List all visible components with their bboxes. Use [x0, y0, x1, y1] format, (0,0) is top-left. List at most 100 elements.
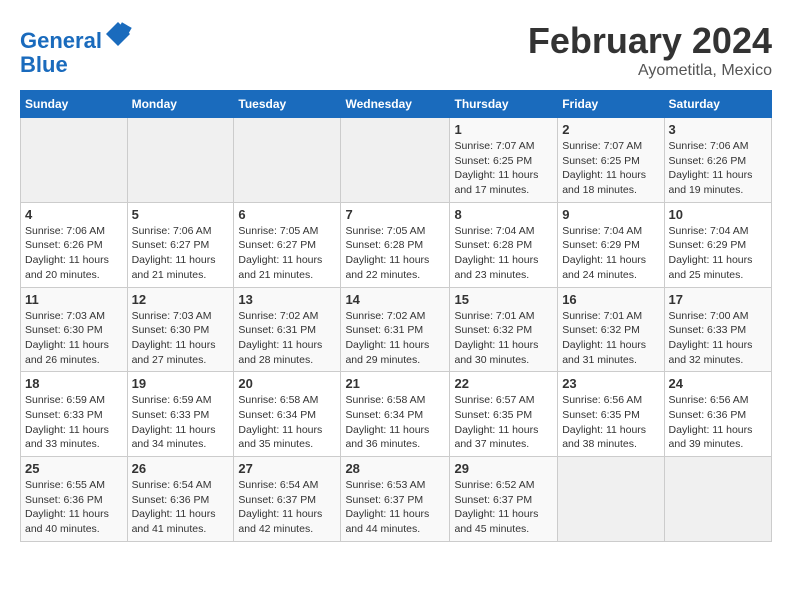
calendar-cell: 20 Sunrise: 6:58 AMSunset: 6:34 PMDayligh… — [234, 372, 341, 457]
day-number: 23 — [562, 376, 659, 391]
calendar-week-1: 1 Sunrise: 7:07 AMSunset: 6:25 PMDaylight… — [21, 118, 772, 203]
calendar-cell: 13 Sunrise: 7:02 AMSunset: 6:31 PMDayligh… — [234, 287, 341, 372]
day-info: Sunrise: 7:06 AMSunset: 6:27 PMDaylight:… — [132, 224, 230, 283]
day-number: 21 — [345, 376, 445, 391]
calendar-cell — [341, 118, 450, 203]
day-info: Sunrise: 6:59 AMSunset: 6:33 PMDaylight:… — [25, 393, 123, 452]
day-number: 27 — [238, 461, 336, 476]
day-number: 6 — [238, 207, 336, 222]
day-info: Sunrise: 7:07 AMSunset: 6:25 PMDaylight:… — [454, 139, 553, 198]
day-info: Sunrise: 6:59 AMSunset: 6:33 PMDaylight:… — [132, 393, 230, 452]
day-info: Sunrise: 7:07 AMSunset: 6:25 PMDaylight:… — [562, 139, 659, 198]
calendar-cell: 17Sunrise: 7:00 AMSunset: 6:33 PMDayligh… — [664, 287, 771, 372]
day-info: Sunrise: 6:52 AMSunset: 6:37 PMDaylight:… — [454, 478, 553, 537]
calendar-week-2: 4 Sunrise: 7:06 AMSunset: 6:26 PMDaylight… — [21, 202, 772, 287]
logo-blue: Blue — [20, 52, 68, 77]
day-info: Sunrise: 6:53 AMSunset: 6:37 PMDaylight:… — [345, 478, 445, 537]
day-info: Sunrise: 7:03 AMSunset: 6:30 PMDaylight:… — [132, 309, 230, 368]
day-number: 10 — [669, 207, 767, 222]
day-number: 26 — [132, 461, 230, 476]
calendar-cell: 28 Sunrise: 6:53 AMSunset: 6:37 PMDayligh… — [341, 457, 450, 542]
logo-text: General Blue — [20, 20, 132, 77]
day-info: Sunrise: 7:05 AMSunset: 6:28 PMDaylight:… — [345, 224, 445, 283]
calendar-cell: 15 Sunrise: 7:01 AMSunset: 6:32 PMDayligh… — [450, 287, 558, 372]
calendar-cell: 25 Sunrise: 6:55 AMSunset: 6:36 PMDayligh… — [21, 457, 128, 542]
calendar-week-4: 18Sunrise: 6:59 AMSunset: 6:33 PMDayligh… — [21, 372, 772, 457]
calendar-cell: 2 Sunrise: 7:07 AMSunset: 6:25 PMDaylight… — [558, 118, 664, 203]
calendar-cell: 11 Sunrise: 7:03 AMSunset: 6:30 PMDayligh… — [21, 287, 128, 372]
day-info: Sunrise: 7:04 AMSunset: 6:28 PMDaylight:… — [454, 224, 553, 283]
day-number: 11 — [25, 292, 123, 307]
calendar-week-3: 11 Sunrise: 7:03 AMSunset: 6:30 PMDayligh… — [21, 287, 772, 372]
day-info: Sunrise: 7:05 AMSunset: 6:27 PMDaylight:… — [238, 224, 336, 283]
day-info: Sunrise: 7:04 AMSunset: 6:29 PMDaylight:… — [669, 224, 767, 283]
calendar-body: 1 Sunrise: 7:07 AMSunset: 6:25 PMDaylight… — [21, 118, 772, 542]
calendar-cell: 7Sunrise: 7:05 AMSunset: 6:28 PMDaylight… — [341, 202, 450, 287]
calendar-cell: 10 Sunrise: 7:04 AMSunset: 6:29 PMDayligh… — [664, 202, 771, 287]
day-number: 20 — [238, 376, 336, 391]
calendar-cell: 14 Sunrise: 7:02 AMSunset: 6:31 PMDayligh… — [341, 287, 450, 372]
calendar-cell: 22 Sunrise: 6:57 AMSunset: 6:35 PMDayligh… — [450, 372, 558, 457]
title-section: February 2024 Ayometitla, Mexico — [528, 20, 772, 80]
calendar-cell: 12 Sunrise: 7:03 AMSunset: 6:30 PMDayligh… — [127, 287, 234, 372]
calendar-cell: 6 Sunrise: 7:05 AMSunset: 6:27 PMDaylight… — [234, 202, 341, 287]
day-number: 16 — [562, 292, 659, 307]
day-info: Sunrise: 7:01 AMSunset: 6:32 PMDaylight:… — [454, 309, 553, 368]
location: Ayometitla, Mexico — [528, 62, 772, 80]
logo-general: General — [20, 28, 102, 53]
day-number: 5 — [132, 207, 230, 222]
calendar-cell: 1 Sunrise: 7:07 AMSunset: 6:25 PMDaylight… — [450, 118, 558, 203]
calendar-cell — [21, 118, 128, 203]
logo-icon — [104, 20, 132, 48]
calendar-week-5: 25 Sunrise: 6:55 AMSunset: 6:36 PMDayligh… — [21, 457, 772, 542]
day-number: 28 — [345, 461, 445, 476]
day-info: Sunrise: 7:02 AMSunset: 6:31 PMDaylight:… — [238, 309, 336, 368]
day-number: 22 — [454, 376, 553, 391]
day-info: Sunrise: 6:56 AMSunset: 6:36 PMDaylight:… — [669, 393, 767, 452]
day-info: Sunrise: 6:58 AMSunset: 6:34 PMDaylight:… — [238, 393, 336, 452]
calendar-cell: 19 Sunrise: 6:59 AMSunset: 6:33 PMDayligh… — [127, 372, 234, 457]
calendar-cell — [664, 457, 771, 542]
day-info: Sunrise: 7:06 AMSunset: 6:26 PMDaylight:… — [25, 224, 123, 283]
calendar-cell: 8Sunrise: 7:04 AMSunset: 6:28 PMDaylight… — [450, 202, 558, 287]
day-number: 13 — [238, 292, 336, 307]
day-number: 3 — [669, 122, 767, 137]
calendar-cell: 26Sunrise: 6:54 AMSunset: 6:36 PMDayligh… — [127, 457, 234, 542]
page-header: General Blue February 2024 Ayometitla, M… — [20, 20, 772, 80]
calendar-cell: 3Sunrise: 7:06 AMSunset: 6:26 PMDaylight… — [664, 118, 771, 203]
weekday-row: SundayMondayTuesdayWednesdayThursdayFrid… — [21, 91, 772, 118]
day-info: Sunrise: 7:02 AMSunset: 6:31 PMDaylight:… — [345, 309, 445, 368]
weekday-header-monday: Monday — [127, 91, 234, 118]
calendar-cell: 23Sunrise: 6:56 AMSunset: 6:35 PMDayligh… — [558, 372, 664, 457]
day-number: 1 — [454, 122, 553, 137]
weekday-header-thursday: Thursday — [450, 91, 558, 118]
day-number: 17 — [669, 292, 767, 307]
day-number: 14 — [345, 292, 445, 307]
calendar-cell: 21 Sunrise: 6:58 AMSunset: 6:34 PMDayligh… — [341, 372, 450, 457]
day-number: 12 — [132, 292, 230, 307]
calendar-cell — [558, 457, 664, 542]
calendar-cell: 16Sunrise: 7:01 AMSunset: 6:32 PMDayligh… — [558, 287, 664, 372]
day-info: Sunrise: 6:57 AMSunset: 6:35 PMDaylight:… — [454, 393, 553, 452]
day-info: Sunrise: 7:04 AMSunset: 6:29 PMDaylight:… — [562, 224, 659, 283]
day-info: Sunrise: 6:58 AMSunset: 6:34 PMDaylight:… — [345, 393, 445, 452]
calendar-table: SundayMondayTuesdayWednesdayThursdayFrid… — [20, 90, 772, 542]
day-number: 25 — [25, 461, 123, 476]
month-title: February 2024 — [528, 20, 772, 62]
weekday-header-tuesday: Tuesday — [234, 91, 341, 118]
calendar-cell — [234, 118, 341, 203]
calendar-cell: 18Sunrise: 6:59 AMSunset: 6:33 PMDayligh… — [21, 372, 128, 457]
day-number: 15 — [454, 292, 553, 307]
calendar-cell: 9 Sunrise: 7:04 AMSunset: 6:29 PMDaylight… — [558, 202, 664, 287]
calendar-cell: 29Sunrise: 6:52 AMSunset: 6:37 PMDayligh… — [450, 457, 558, 542]
day-number: 9 — [562, 207, 659, 222]
day-info: Sunrise: 6:55 AMSunset: 6:36 PMDaylight:… — [25, 478, 123, 537]
calendar-cell — [127, 118, 234, 203]
day-number: 2 — [562, 122, 659, 137]
day-info: Sunrise: 7:03 AMSunset: 6:30 PMDaylight:… — [25, 309, 123, 368]
calendar-cell: 24Sunrise: 6:56 AMSunset: 6:36 PMDayligh… — [664, 372, 771, 457]
day-number: 19 — [132, 376, 230, 391]
weekday-header-wednesday: Wednesday — [341, 91, 450, 118]
day-number: 4 — [25, 207, 123, 222]
day-info: Sunrise: 6:54 AMSunset: 6:37 PMDaylight:… — [238, 478, 336, 537]
